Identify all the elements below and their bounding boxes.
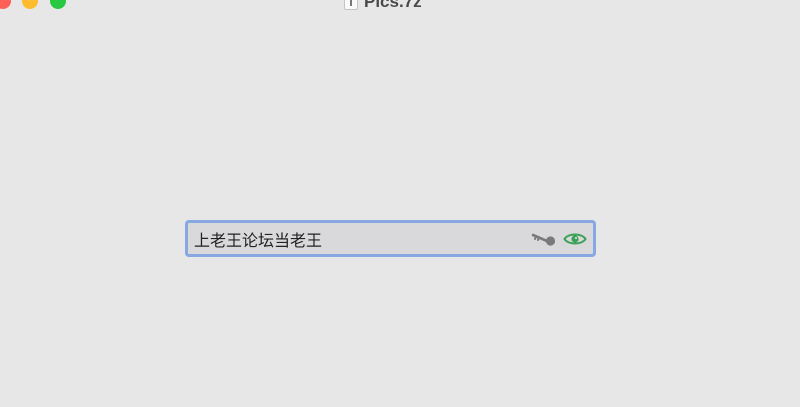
password-field-icons <box>531 231 587 247</box>
password-field[interactable] <box>185 220 596 257</box>
maximize-button[interactable] <box>50 0 66 9</box>
eye-icon[interactable] <box>563 231 587 247</box>
password-input[interactable] <box>188 223 531 254</box>
close-button[interactable] <box>0 0 11 9</box>
title-bar: Pics.7z <box>0 0 800 14</box>
minimize-button[interactable] <box>22 0 38 9</box>
archive-window: Pics.7z <box>0 0 800 407</box>
key-icon[interactable] <box>531 232 557 246</box>
document-icon <box>344 0 358 10</box>
window-title-group: Pics.7z <box>344 0 422 10</box>
window-title: Pics.7z <box>364 0 422 11</box>
